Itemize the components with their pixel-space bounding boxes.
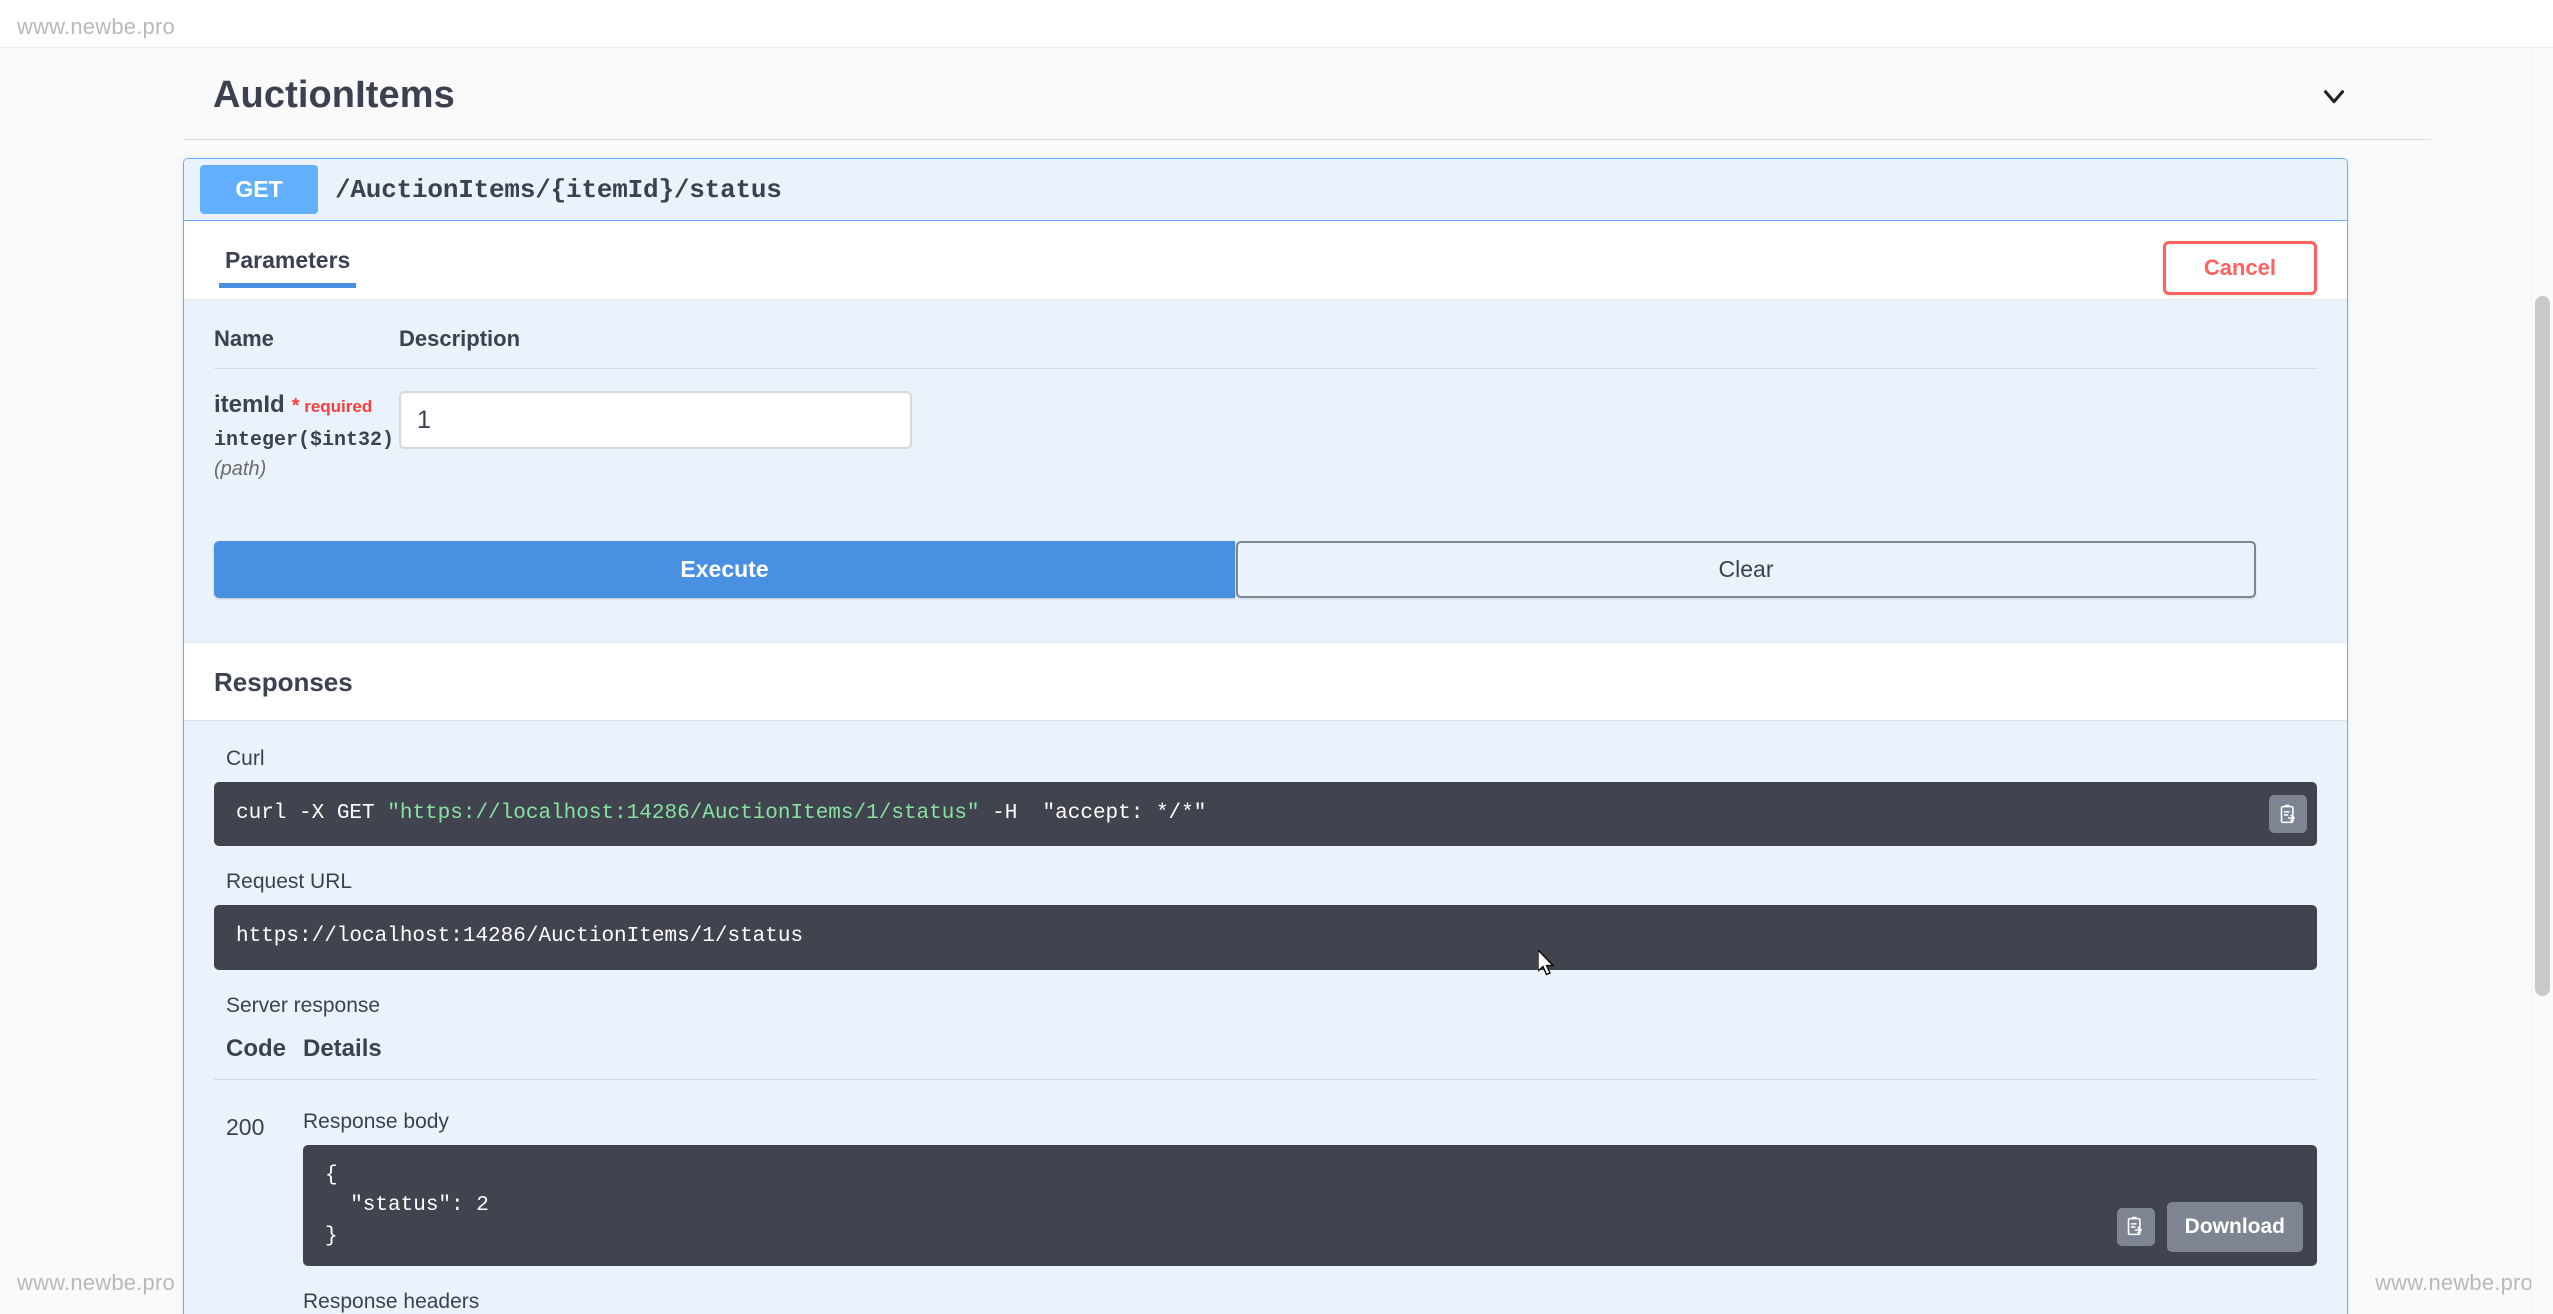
json-value-status: 2	[476, 1194, 489, 1218]
parameter-location: (path)	[214, 458, 267, 480]
column-header-description: Description	[399, 326, 2317, 369]
parameters-section: Name Description itemId * required intege…	[184, 299, 2347, 531]
server-response-label: Server response	[226, 993, 381, 1017]
responses-section-title: Responses	[184, 642, 2347, 720]
response-details: Response body { "status": 2 } Download R…	[303, 1110, 2317, 1314]
parameter-name-cell: itemId * required integer($int32) (path)	[214, 369, 399, 510]
clear-button[interactable]: Clear	[1236, 541, 2256, 598]
server-response-table-header: Code Details	[214, 1029, 2317, 1080]
column-header-code: Code	[226, 1034, 286, 1062]
required-star: *	[291, 395, 300, 417]
copy-curl-icon[interactable]	[2269, 795, 2307, 834]
swagger-ui: AuctionItems GET /AuctionItems/{itemId}/…	[0, 48, 2531, 1314]
tag-header[interactable]: AuctionItems	[183, 48, 2431, 140]
required-marker: * required	[291, 395, 373, 417]
curl-suffix: -H "accept: */*"	[979, 802, 1207, 825]
column-header-name: Name	[214, 326, 399, 369]
opblock-summary[interactable]: GET /AuctionItems/{itemId}/status	[184, 159, 2347, 221]
response-headers-label: Response headers	[303, 1290, 480, 1314]
curl-prefix: curl -X GET	[236, 802, 388, 825]
table-row: itemId * required integer($int32) (path)	[214, 369, 2317, 510]
execute-clear-row: Execute Clear	[184, 531, 2347, 642]
opblock-get-auctionitems-status: GET /AuctionItems/{itemId}/status Parame…	[183, 158, 2348, 1314]
page-scrollbar[interactable]	[2531, 48, 2553, 1314]
json-open-brace: {	[325, 1163, 338, 1187]
responses-section: Curl curl -X GET "https://localhost:1428…	[184, 720, 2347, 1314]
curl-url: "https://localhost:14286/AuctionItems/1/…	[387, 802, 980, 825]
response-body-code-block: { "status": 2 } Download	[303, 1144, 2317, 1267]
chevron-down-icon[interactable]	[2317, 79, 2351, 113]
execute-button[interactable]: Execute	[214, 541, 1235, 598]
http-method-badge[interactable]: GET	[200, 165, 318, 214]
download-button[interactable]: Download	[2166, 1201, 2303, 1253]
copy-response-icon[interactable]	[2116, 1207, 2155, 1246]
scrollbar-thumb[interactable]	[2535, 296, 2550, 996]
request-url-label: Request URL	[226, 870, 353, 894]
response-body-label: Response body	[303, 1109, 449, 1133]
json-key-status: "status":	[325, 1194, 477, 1218]
opblock-tabs-row: Parameters Cancel	[184, 221, 2347, 299]
parameters-table: Name Description itemId * required intege…	[214, 326, 2317, 509]
required-label: required	[304, 397, 373, 416]
column-header-details: Details	[303, 1034, 382, 1062]
parameter-type: integer($int32)	[214, 429, 395, 452]
response-body-actions: Download	[2116, 1201, 2303, 1253]
response-status-code: 200	[226, 1113, 265, 1140]
browser-top-strip	[0, 0, 2553, 48]
server-response-row: 200 Response body { "status": 2 } Downlo…	[214, 1090, 2317, 1314]
parameters-table-header-row: Name Description	[214, 326, 2317, 369]
itemid-input[interactable]	[399, 391, 912, 449]
parameter-value-cell	[399, 369, 2317, 510]
watermark-top-left: www.newbe.pro	[17, 14, 175, 39]
json-close-brace: }	[325, 1224, 338, 1248]
curl-label: Curl	[226, 747, 265, 770]
request-url-code-block: https://localhost:14286/AuctionItems/1/s…	[214, 905, 2317, 970]
screenshot-root: www.newbe.pro www.newbe.pro www.newbe.pr…	[0, 0, 2553, 1314]
cancel-button[interactable]: Cancel	[2162, 241, 2317, 295]
tab-parameters[interactable]: Parameters	[219, 241, 357, 288]
endpoint-path: /AuctionItems/{itemId}/status	[335, 174, 782, 205]
parameter-name: itemId	[214, 391, 285, 418]
page-title: AuctionItems	[213, 74, 455, 116]
curl-code-block: curl -X GET "https://localhost:14286/Auc…	[214, 782, 2317, 847]
